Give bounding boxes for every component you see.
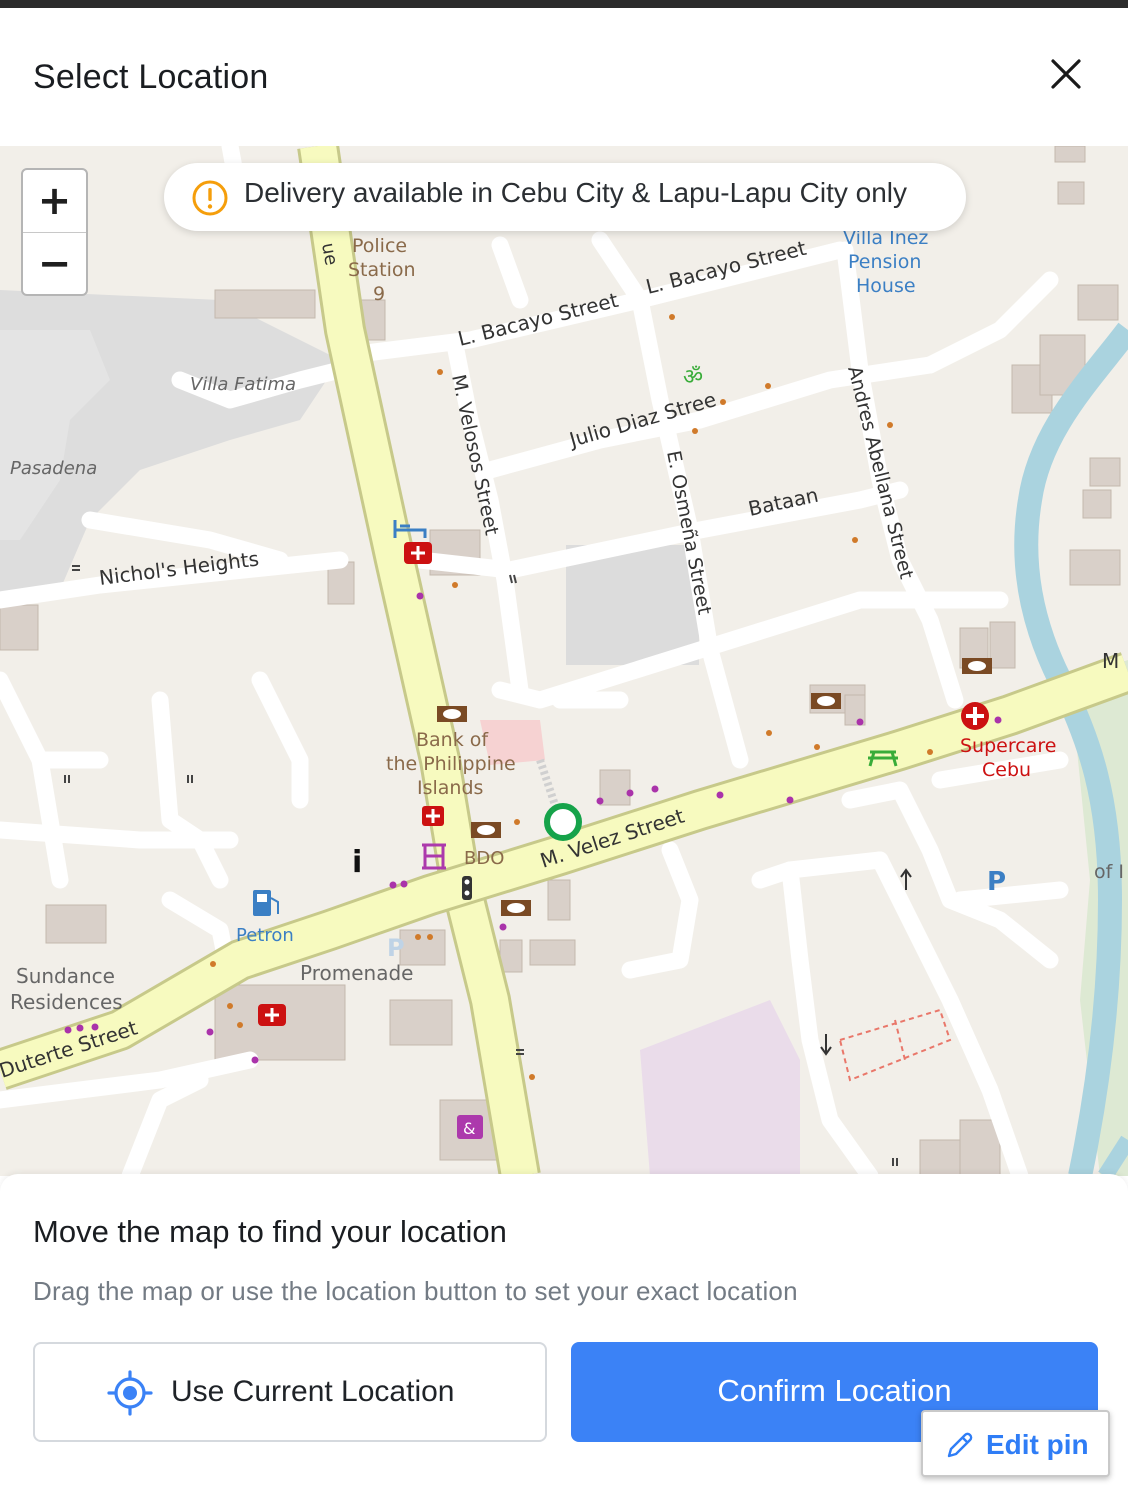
zoom-in-button[interactable]: +	[23, 170, 86, 232]
map-label-police: Police	[352, 235, 407, 257]
close-icon	[1051, 59, 1081, 89]
traffic-signal-icon	[462, 876, 472, 900]
map-label-bpi: Bank of	[416, 729, 489, 751]
window-top-bar	[0, 0, 1128, 8]
map-label-supercare: Supercare	[960, 735, 1056, 757]
svg-text:Pension: Pension	[848, 251, 921, 273]
map-label-sundance: Sundance	[16, 964, 115, 988]
sheet-subtext: Drag the map or use the location button …	[33, 1276, 798, 1306]
edit-pin-label: Edit pin	[986, 1429, 1089, 1460]
dialog-title: Select Location	[33, 58, 269, 96]
map-label-avenue: ue	[317, 241, 342, 267]
delivery-notice-text: Delivery available in Cebu City & Lapu-L…	[244, 177, 908, 208]
playground-icon: ॐ	[683, 365, 703, 390]
map-label-petron: Petron	[236, 925, 294, 946]
map-canvas[interactable]: i P P & ॐ Police Station 9 Villa Inez Pe…	[0, 146, 1128, 1176]
svg-text:House: House	[856, 275, 916, 297]
zoom-control: + −	[21, 168, 88, 296]
svg-text:Islands: Islands	[417, 777, 483, 799]
map-label-edge-m: M	[1102, 649, 1119, 673]
map-label-bdo: BDO	[464, 848, 504, 869]
svg-text:9: 9	[373, 283, 385, 305]
dialog-header: Select Location	[0, 8, 1128, 146]
confirm-location-label: Confirm Location	[717, 1373, 952, 1408]
hospital-icon	[961, 702, 989, 730]
svg-text:P: P	[387, 934, 405, 962]
use-current-location-label: Use Current Location	[171, 1375, 455, 1408]
shop-icon: &	[457, 1115, 483, 1139]
use-current-location-button[interactable]: Use Current Location	[33, 1342, 547, 1442]
delivery-notice-banner: Delivery available in Cebu City & Lapu-L…	[164, 163, 966, 231]
map-label-pasadena: Pasadena	[10, 458, 97, 479]
svg-text:the Philippine: the Philippine	[386, 753, 516, 775]
map-tiles: i P P & ॐ Police Station 9 Villa Inez Pe…	[0, 146, 1128, 1176]
svg-text:&: &	[463, 1119, 475, 1138]
map-label-edge-of: of I	[1094, 861, 1124, 883]
info-icon	[192, 180, 228, 216]
close-button[interactable]	[1042, 50, 1090, 98]
svg-text:Station: Station	[348, 259, 416, 281]
crosshair-location-icon	[107, 1370, 153, 1416]
edit-pin-button[interactable]: Edit pin	[921, 1410, 1110, 1477]
map-label-villa-fatima: Villa Fatima	[190, 374, 296, 395]
parking-icon: P	[987, 867, 1006, 897]
pencil-icon	[947, 1432, 973, 1458]
svg-text:Residences: Residences	[10, 990, 123, 1014]
information-icon: i	[352, 845, 362, 880]
location-pin-marker[interactable]	[544, 803, 582, 841]
svg-text:Cebu: Cebu	[982, 759, 1031, 781]
map-label-promenade: Promenade	[300, 961, 413, 985]
sheet-heading: Move the map to find your location	[33, 1214, 507, 1249]
zoom-out-button[interactable]: −	[23, 232, 86, 294]
